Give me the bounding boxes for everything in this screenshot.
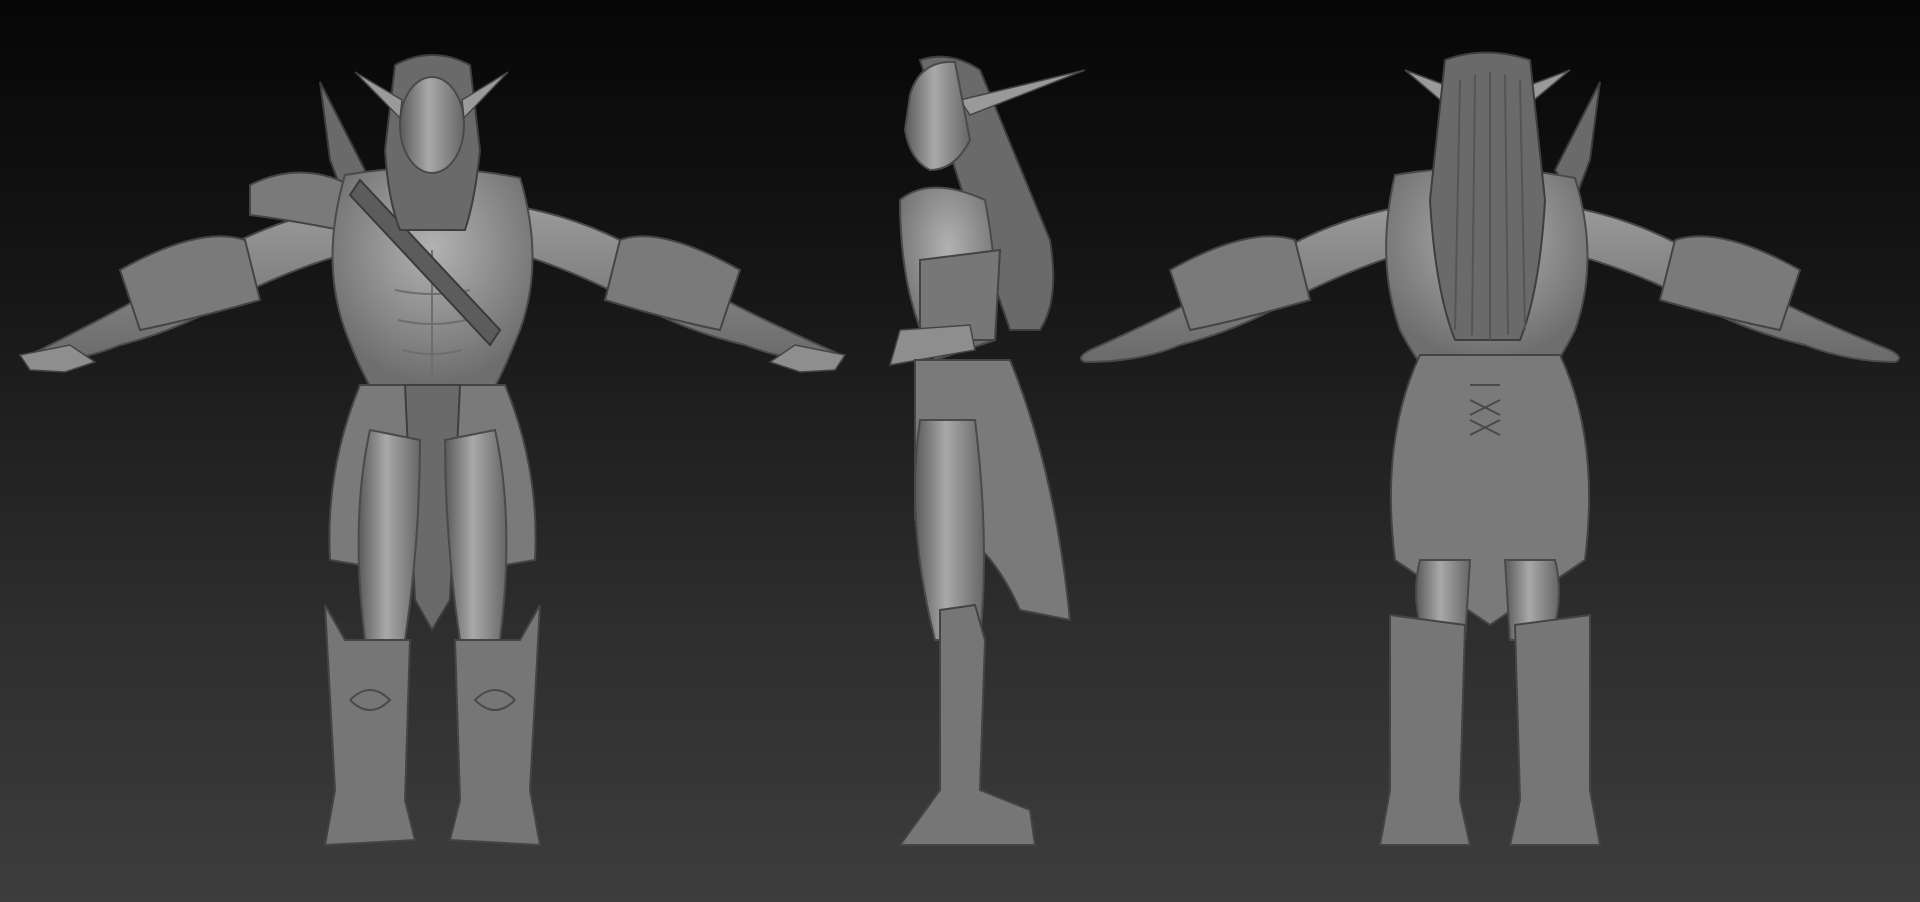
figure-front-icon — [18, 54, 847, 847]
figure-back-icon — [1080, 51, 1900, 846]
front-view-figure — [0, 0, 860, 902]
back-view-figure — [1060, 0, 1920, 902]
sculpt-turnaround-canvas — [0, 0, 1920, 902]
